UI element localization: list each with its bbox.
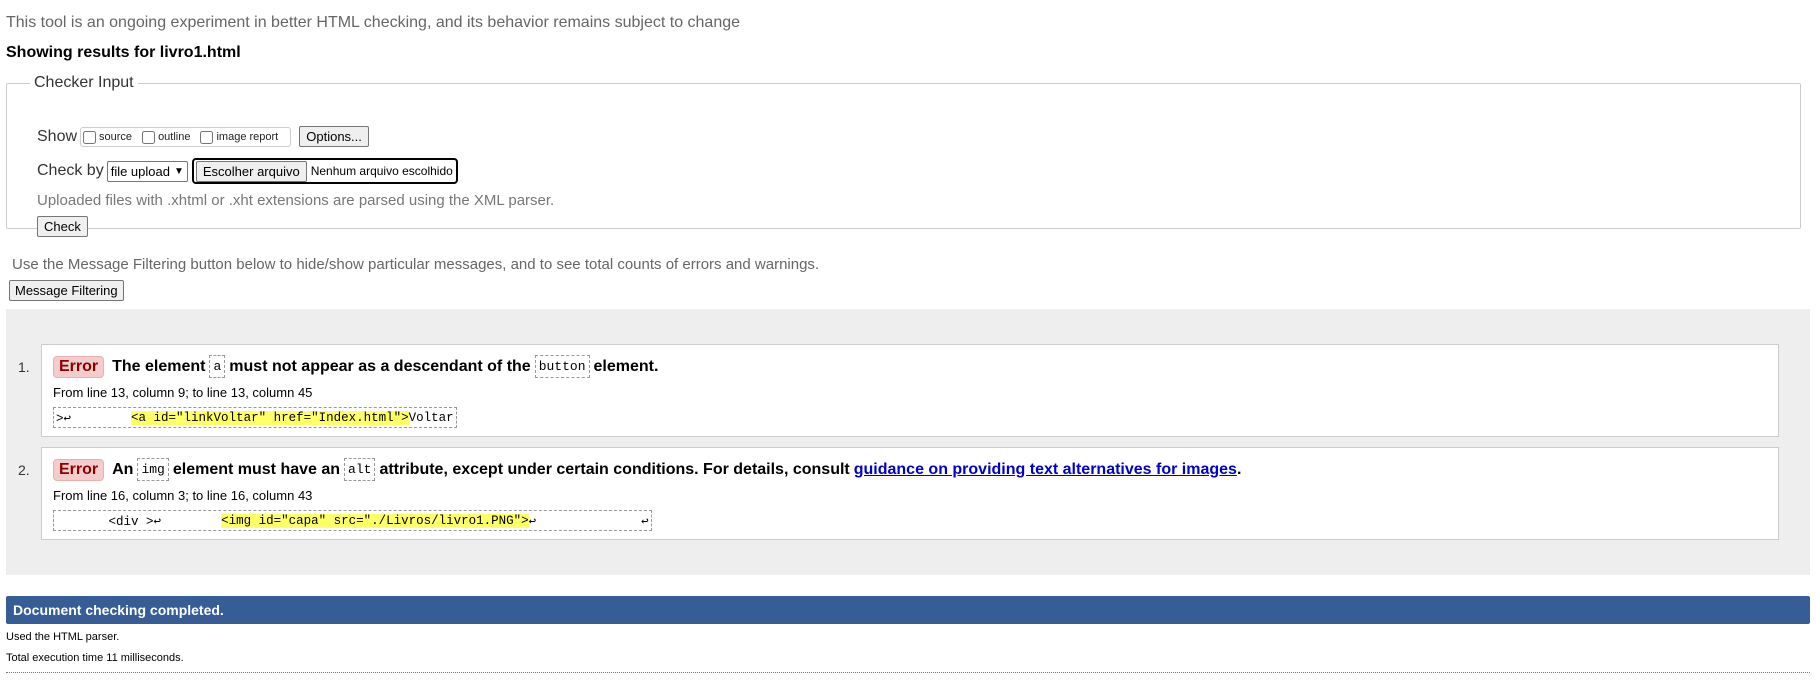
message-location: From line 16, column 3; to line 16, colu… bbox=[53, 488, 313, 503]
error-badge: Error bbox=[53, 355, 105, 378]
error-badge: Error bbox=[53, 458, 105, 481]
element-code: a bbox=[209, 355, 226, 378]
show-outline-checkbox[interactable] bbox=[142, 130, 156, 144]
highlighted-source: <a id="linkVoltar" href="Index.html"> bbox=[131, 410, 409, 425]
chevron-down-icon: ▼ bbox=[173, 165, 184, 177]
show-row: Show source outline image report Options… bbox=[37, 126, 369, 147]
uploaded-note: Uploaded files with .xhtml or .xht exten… bbox=[37, 192, 555, 209]
file-status: Nenhum arquivo escolhido bbox=[310, 164, 453, 178]
message-text: Error The element a must not appear as a… bbox=[53, 355, 658, 378]
options-button[interactable]: Options... bbox=[299, 126, 369, 147]
results-panel: 1. Error The element a must not appear a… bbox=[6, 309, 1810, 575]
show-outline-option[interactable]: outline bbox=[142, 130, 190, 144]
element-code: alt bbox=[344, 458, 376, 481]
check-by-row: Check by file upload ▼ Escolher arquivo … bbox=[37, 158, 458, 184]
message-number: 1. bbox=[18, 359, 30, 375]
message-item: 1. Error The element a must not appear a… bbox=[18, 344, 1779, 437]
element-code: button bbox=[534, 355, 590, 378]
source-extract: >↩ <a id="linkVoltar" href="Index.html">… bbox=[53, 407, 457, 428]
filter-note: Use the Message Filtering button below t… bbox=[12, 256, 820, 273]
guidance-link[interactable]: guidance on providing text alternatives … bbox=[854, 461, 1237, 479]
completed-banner: Document checking completed. bbox=[6, 596, 1810, 624]
experiment-notice: This tool is an ongoing experiment in be… bbox=[6, 14, 741, 31]
message-location: From line 13, column 9; to line 13, colu… bbox=[53, 385, 313, 400]
divider bbox=[6, 672, 1810, 673]
highlighted-source: <img id="capa" src="./Livros/livro1.PNG"… bbox=[221, 513, 529, 528]
show-options-group: source outline image report bbox=[80, 126, 292, 147]
file-upload-input[interactable]: Escolher arquivo Nenhum arquivo escolhid… bbox=[191, 158, 458, 184]
check-button[interactable]: Check bbox=[37, 216, 88, 237]
source-extract: <div >↩ <img id="capa" src="./Livros/liv… bbox=[53, 510, 652, 531]
checker-input-legend: Checker Input bbox=[34, 74, 134, 91]
check-by-label: Check by bbox=[37, 162, 104, 179]
element-code: img bbox=[137, 458, 169, 481]
parser-info: Used the HTML parser. bbox=[6, 631, 120, 643]
execution-time: Total execution time 11 milliseconds. bbox=[6, 652, 184, 664]
show-image-report-checkbox[interactable] bbox=[200, 130, 214, 144]
message-filtering-button[interactable]: Message Filtering bbox=[9, 280, 124, 301]
message-item: 2. Error An img element must have an alt… bbox=[18, 447, 1779, 540]
message-text: Error An img element must have an alt at… bbox=[53, 458, 1241, 481]
showing-results-heading: Showing results for livro1.html bbox=[6, 44, 241, 61]
checker-input-fieldset: Checker Input Show source outline image … bbox=[6, 74, 1801, 237]
show-label: Show bbox=[37, 127, 78, 145]
show-image-report-option[interactable]: image report bbox=[200, 130, 278, 144]
message-number: 2. bbox=[18, 462, 30, 478]
check-by-select[interactable]: file upload ▼ bbox=[106, 160, 188, 182]
choose-file-button[interactable]: Escolher arquivo bbox=[195, 160, 307, 182]
show-source-checkbox[interactable] bbox=[83, 130, 97, 144]
show-source-option[interactable]: source bbox=[83, 130, 132, 144]
